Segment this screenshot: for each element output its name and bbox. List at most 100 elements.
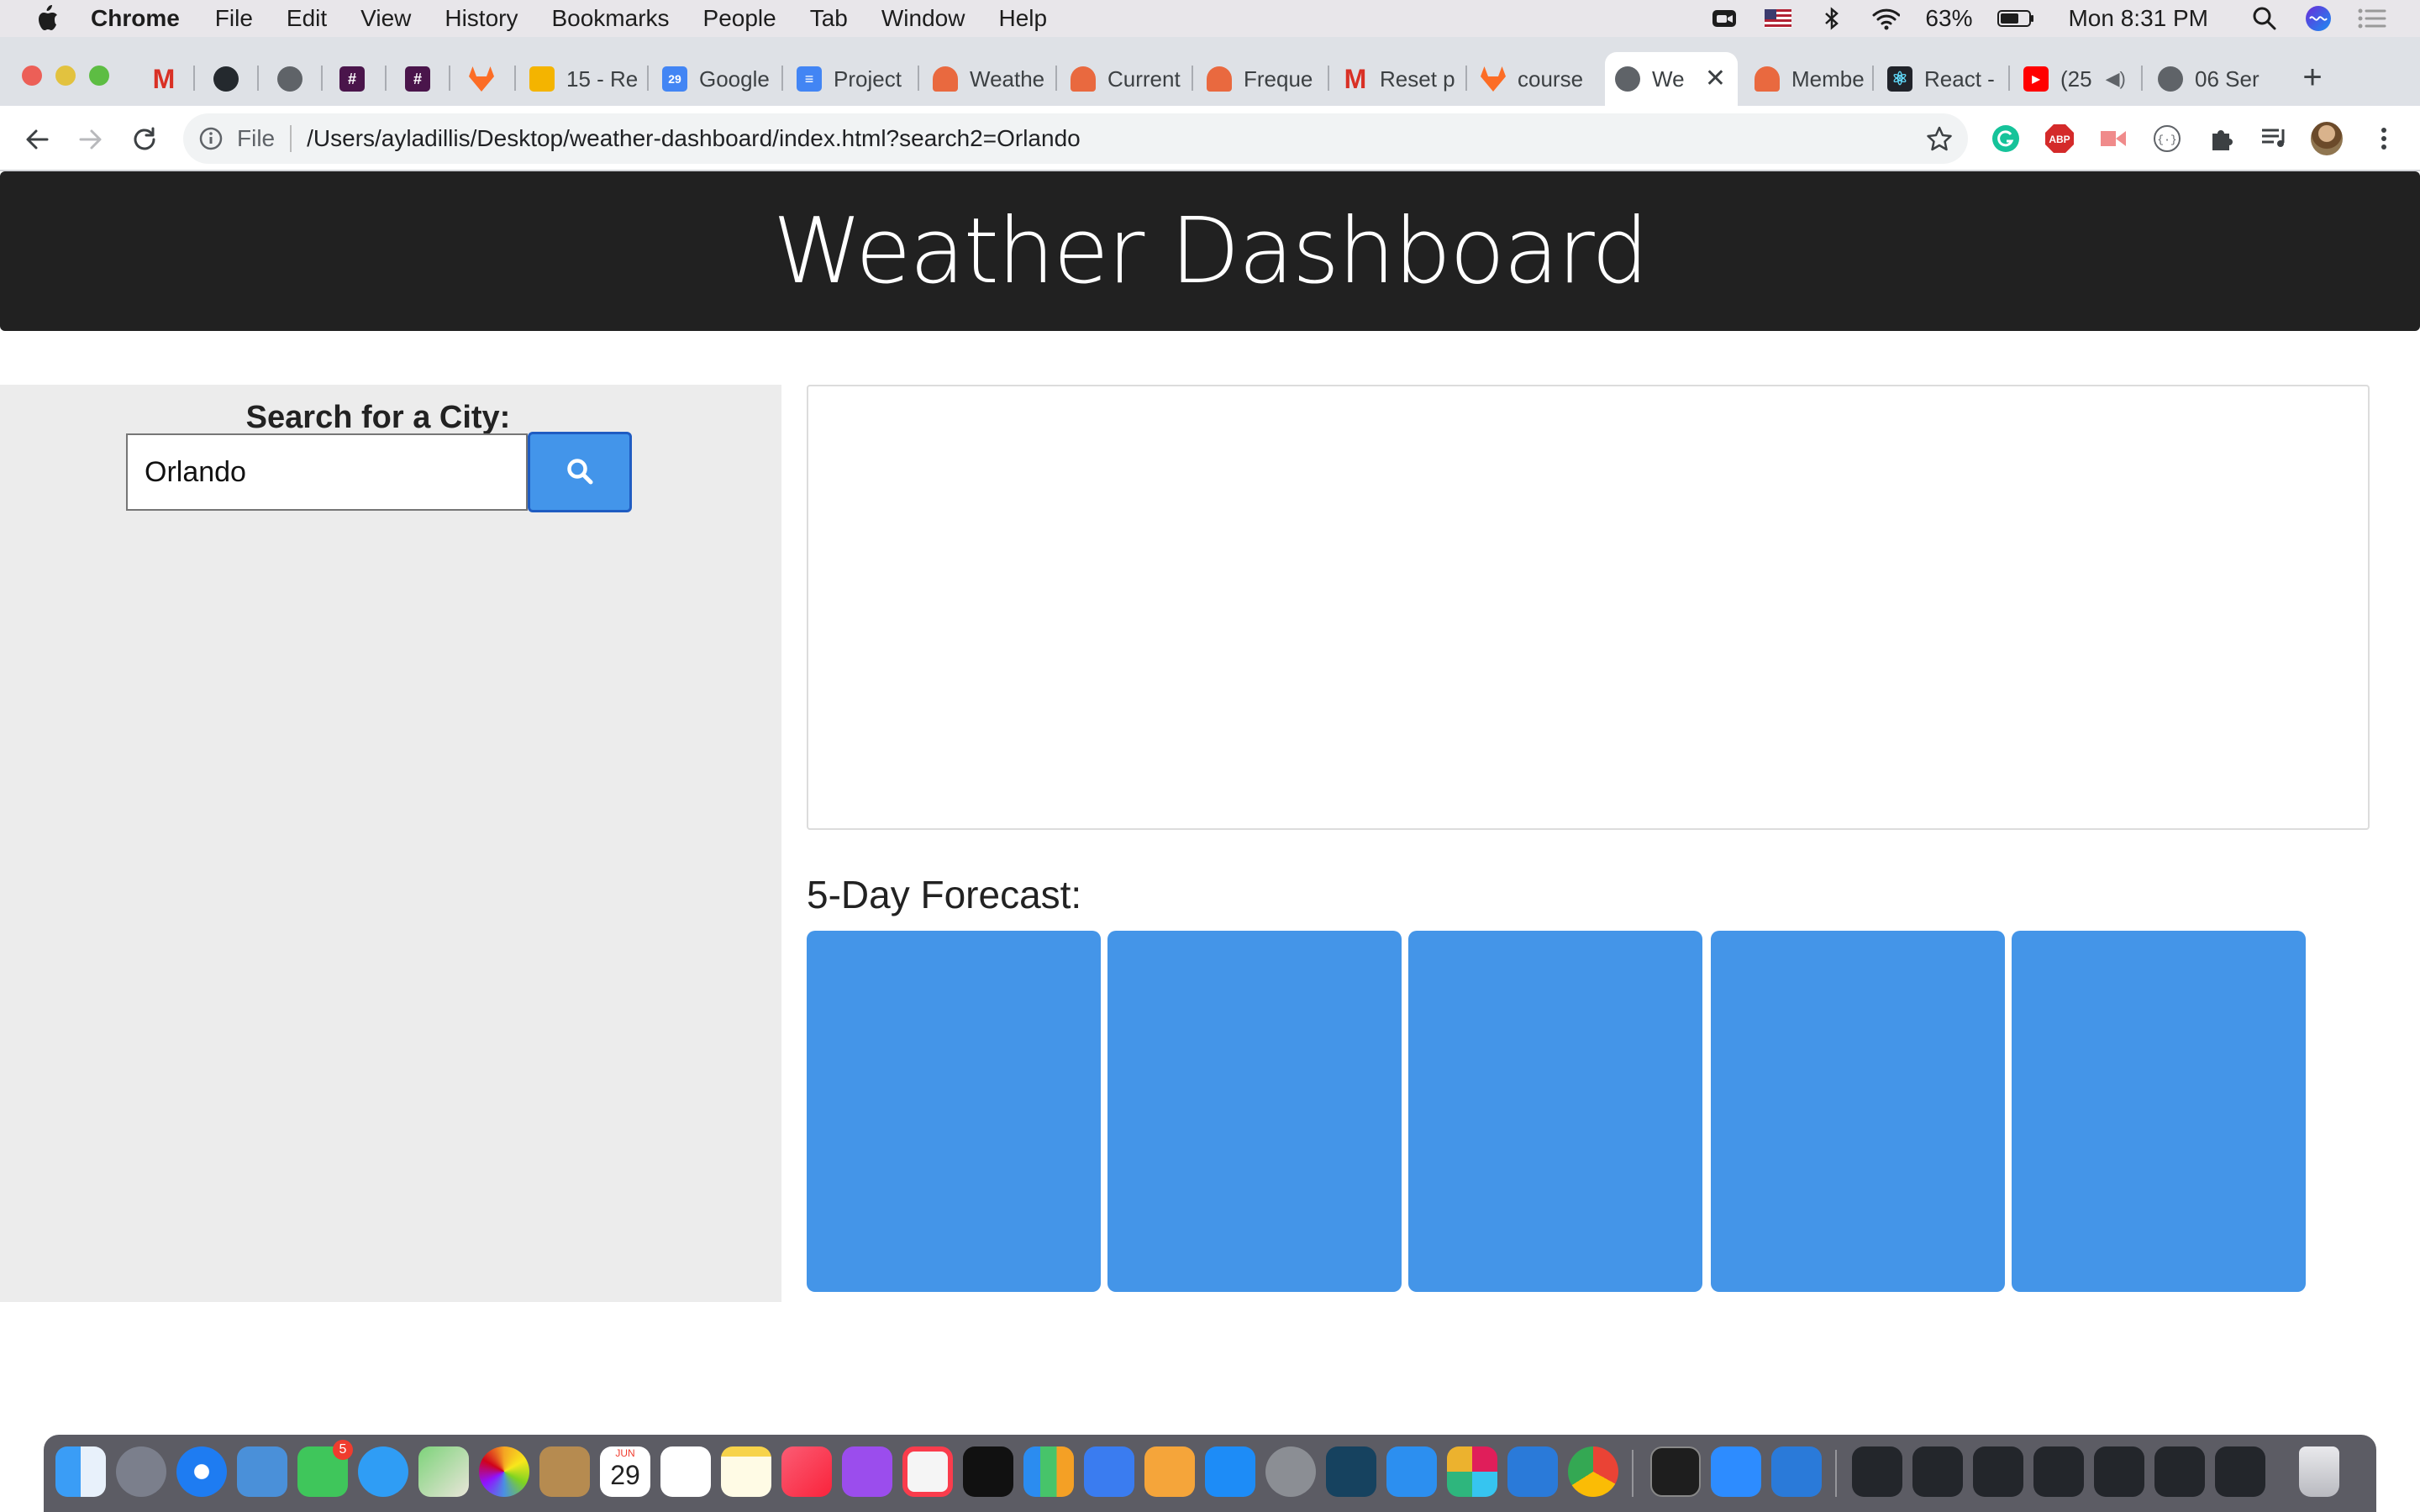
menubar-clock[interactable]: Mon 8:31 PM: [2068, 5, 2208, 32]
city-search-input[interactable]: [126, 433, 528, 511]
menu-app-name[interactable]: Chrome: [91, 5, 180, 32]
tab-audio-icon[interactable]: ◀): [2106, 68, 2126, 90]
tab-weather[interactable]: Weathe: [923, 52, 1049, 106]
launchpad-icon[interactable]: [116, 1446, 166, 1497]
minimized-window-thumbnail[interactable]: [2154, 1446, 2205, 1497]
tab-globe[interactable]: [267, 52, 318, 106]
url-text[interactable]: /Users/ayladillis/Desktop/weather-dashbo…: [307, 125, 1081, 152]
us-flag-input-icon[interactable]: [1764, 6, 1792, 31]
news-icon[interactable]: [902, 1446, 953, 1497]
siri-icon[interactable]: [2304, 6, 2333, 31]
menu-help[interactable]: Help: [998, 5, 1047, 32]
facetime-icon[interactable]: 5: [297, 1440, 353, 1497]
tab-06-server[interactable]: 06 Ser: [2148, 52, 2274, 106]
window-close-button[interactable]: [22, 66, 42, 86]
vscode-icon[interactable]: [1507, 1446, 1558, 1497]
tab-github[interactable]: [203, 52, 254, 106]
minimized-window-thumbnail[interactable]: [1973, 1446, 2023, 1497]
tab-active-weather-dashboard[interactable]: We ✕: [1605, 52, 1738, 106]
messages-icon[interactable]: [358, 1446, 408, 1497]
media-controls-icon[interactable]: [2259, 123, 2291, 155]
notes-icon[interactable]: [721, 1446, 771, 1497]
menu-edit[interactable]: Edit: [287, 5, 327, 32]
search-button[interactable]: [528, 432, 632, 512]
menu-file[interactable]: File: [215, 5, 253, 32]
tab-members[interactable]: Membe: [1744, 52, 1870, 106]
adblock-plus-extension-icon[interactable]: ABP: [2044, 123, 2075, 155]
spotlight-search-icon[interactable]: [2250, 6, 2279, 31]
window-minimize-button[interactable]: [55, 66, 76, 86]
finder-icon[interactable]: [55, 1446, 106, 1497]
tab-google-calendar[interactable]: 29 Google: [652, 52, 778, 106]
menu-tab[interactable]: Tab: [810, 5, 848, 32]
site-info-icon[interactable]: [198, 126, 224, 151]
tab-slack-1[interactable]: #: [329, 52, 380, 106]
tab-reset-password[interactable]: M Reset p: [1333, 52, 1459, 106]
minimized-window-thumbnail[interactable]: [1852, 1446, 1902, 1497]
slack-icon[interactable]: [1447, 1446, 1497, 1497]
code-extension-icon[interactable]: {·}: [2151, 123, 2183, 155]
minimized-window-thumbnail[interactable]: [2215, 1446, 2265, 1497]
tab-project-doc[interactable]: ≡ Project: [786, 52, 913, 106]
tab-youtube[interactable]: ▶ (25 ◀): [2013, 52, 2136, 106]
minimized-window-thumbnail[interactable]: [2094, 1446, 2144, 1497]
back-button[interactable]: [18, 121, 55, 158]
notification-center-icon[interactable]: [2358, 6, 2386, 31]
grammarly-extension-icon[interactable]: [1990, 123, 2022, 155]
app-store-icon[interactable]: [1205, 1446, 1255, 1497]
numbers-icon[interactable]: [1023, 1446, 1074, 1497]
zoom-icon[interactable]: [1711, 1446, 1761, 1497]
reminders-icon[interactable]: [660, 1446, 711, 1497]
mysql-workbench-icon[interactable]: [1326, 1446, 1376, 1497]
tab-current[interactable]: Current: [1060, 52, 1186, 106]
forward-button[interactable]: [72, 121, 109, 158]
screencast-extension-icon[interactable]: [2097, 123, 2129, 155]
chrome-menu-icon[interactable]: [2368, 123, 2400, 155]
mail-icon[interactable]: [237, 1446, 287, 1497]
tab-react[interactable]: ⚛ React -: [1877, 52, 2003, 106]
xcode-icon[interactable]: [1386, 1446, 1437, 1497]
terminal-icon[interactable]: [1650, 1446, 1701, 1497]
zoom-status-icon[interactable]: [1710, 6, 1739, 31]
profile-avatar[interactable]: [2311, 122, 2343, 155]
calendar-icon[interactable]: JUN 29: [600, 1446, 650, 1497]
tab-close-icon[interactable]: ✕: [1705, 66, 1726, 92]
menu-window[interactable]: Window: [881, 5, 965, 32]
tab-gmail[interactable]: M: [141, 52, 192, 106]
tab-slack-2[interactable]: #: [395, 52, 445, 106]
menu-people[interactable]: People: [703, 5, 776, 32]
chrome-icon[interactable]: [1568, 1446, 1618, 1497]
contacts-icon[interactable]: [539, 1446, 590, 1497]
trash-icon[interactable]: [2299, 1446, 2339, 1497]
system-preferences-icon[interactable]: [1265, 1446, 1316, 1497]
address-bar[interactable]: File /Users/ayladillis/Desktop/weather-d…: [183, 113, 1968, 164]
new-tab-button[interactable]: +: [2296, 60, 2329, 96]
pages-icon[interactable]: [1144, 1446, 1195, 1497]
wifi-icon[interactable]: [1871, 6, 1901, 31]
safari-icon[interactable]: [176, 1446, 227, 1497]
apple-menu-icon[interactable]: [32, 3, 62, 34]
window-zoom-button[interactable]: [89, 66, 109, 86]
keynote-icon[interactable]: [1084, 1446, 1134, 1497]
minimized-window-thumbnail[interactable]: [2033, 1446, 2084, 1497]
minimized-window-thumbnail[interactable]: [1912, 1446, 1963, 1497]
tab-slides[interactable]: 15 - Re: [519, 52, 645, 106]
bookmark-star-icon[interactable]: [1926, 125, 1953, 152]
reload-button[interactable]: [126, 121, 163, 158]
podcasts-icon[interactable]: [842, 1446, 892, 1497]
bluetooth-icon[interactable]: [1818, 6, 1846, 31]
vscode-icon[interactable]: [1771, 1446, 1822, 1497]
maps-icon[interactable]: [418, 1446, 469, 1497]
menu-bookmarks[interactable]: Bookmarks: [551, 5, 669, 32]
menu-history[interactable]: History: [445, 5, 518, 32]
music-icon[interactable]: [781, 1446, 832, 1497]
tab-gitlab[interactable]: [459, 52, 509, 106]
extensions-puzzle-icon[interactable]: [2205, 123, 2237, 155]
page-title: Weather Dashboard: [772, 198, 1649, 304]
tab-frequently[interactable]: Freque: [1197, 52, 1323, 106]
menu-view[interactable]: View: [360, 5, 411, 32]
battery-icon[interactable]: [1997, 6, 2034, 31]
tab-course[interactable]: course: [1470, 52, 1597, 106]
apple-tv-icon[interactable]: [963, 1446, 1013, 1497]
photos-icon[interactable]: [479, 1446, 529, 1497]
